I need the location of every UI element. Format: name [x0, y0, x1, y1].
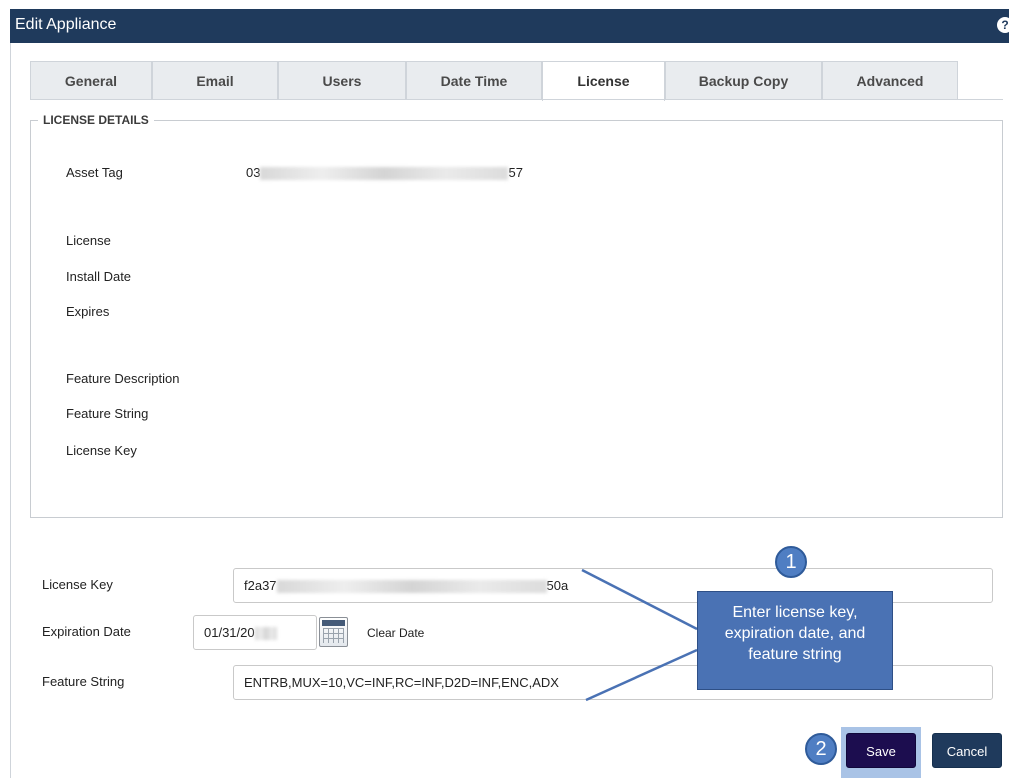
window-titlebar: Edit Appliance ?	[10, 9, 1009, 43]
asset-tag-value: 03 57	[246, 165, 523, 181]
install-date-label: Install Date	[66, 269, 132, 284]
tab-backup-copy[interactable]: Backup Copy	[665, 61, 822, 99]
expires-label: Expires	[66, 304, 110, 319]
help-icon[interactable]: ?	[997, 17, 1009, 33]
tab-date-time[interactable]: Date Time	[406, 61, 542, 99]
window-title: Edit Appliance	[15, 16, 117, 33]
feature-description-label: Feature Description	[66, 371, 180, 386]
license-key-label: License Key	[66, 443, 137, 458]
calendar-icon[interactable]	[319, 617, 348, 647]
tab-users[interactable]: Users	[278, 61, 406, 99]
expiration-date-input[interactable]: 01/31/20	[193, 615, 317, 650]
feature-string-field-label: Feature String	[42, 674, 125, 689]
clear-date-link[interactable]: Clear Date	[367, 626, 424, 640]
callout-box: Enter license key, expiration date, and …	[697, 591, 893, 690]
tab-general[interactable]: General	[30, 61, 152, 99]
license-key-value-start: f2a37	[244, 578, 277, 593]
license-label: License	[66, 233, 111, 248]
feature-string-label: Feature String	[66, 406, 149, 421]
license-key-field-label: License Key	[42, 577, 113, 592]
license-key-value-end: 50a	[546, 578, 569, 593]
tab-advanced[interactable]: Advanced	[822, 61, 958, 99]
tab-license[interactable]: License	[542, 61, 665, 101]
redacted-value	[254, 627, 277, 641]
cancel-button[interactable]: Cancel	[932, 733, 1002, 768]
save-button[interactable]: Save	[846, 733, 916, 768]
expiration-date-value: 01/31/20	[204, 625, 255, 640]
redacted-value	[276, 580, 547, 594]
asset-tag-label: Asset Tag	[66, 165, 123, 180]
tab-email[interactable]: Email	[152, 61, 278, 99]
calendar-icon-grid	[323, 628, 344, 643]
redacted-value	[260, 167, 509, 181]
asset-tag-value-start: 03	[246, 165, 261, 180]
calendar-icon-header	[322, 620, 345, 626]
tab-divider	[30, 99, 1003, 100]
expiration-date-field-label: Expiration Date	[42, 624, 131, 639]
asset-tag-value-end: 57	[508, 165, 523, 180]
license-details-legend: LICENSE DETAILS	[38, 113, 154, 127]
step-marker-2: 2	[805, 733, 837, 765]
step-marker-1: 1	[775, 546, 807, 578]
